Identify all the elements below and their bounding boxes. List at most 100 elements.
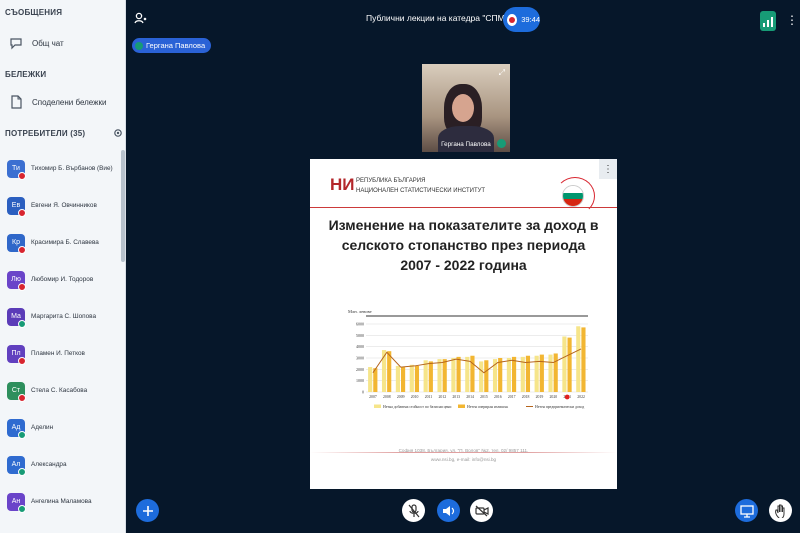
avatar: Ст xyxy=(7,381,26,402)
mic-off-badge-icon xyxy=(18,171,26,180)
chart-bar-value-added xyxy=(562,336,567,392)
user-list-item[interactable]: Кр Красимира Б. Славева xyxy=(0,224,120,261)
mute-button[interactable] xyxy=(402,499,425,522)
avatar-initials: Ти xyxy=(12,165,20,172)
avatar: Ад xyxy=(7,418,26,439)
presentation-icon xyxy=(739,504,754,518)
user-name: Тихомир Б. Върбанов (Вие) xyxy=(31,165,113,172)
mic-off-badge-icon xyxy=(18,393,26,402)
webcam-person-body xyxy=(438,126,494,152)
avatar-initials: Ев xyxy=(11,202,21,209)
connection-status-icon[interactable] xyxy=(760,11,776,31)
chart-y-tick-label: 4000 xyxy=(356,344,364,349)
gear-icon[interactable] xyxy=(113,128,123,138)
webcam-mic-icon xyxy=(497,139,506,148)
chart-highlight-marker xyxy=(564,394,570,400)
mic-on-badge-icon xyxy=(18,430,26,439)
avatar-initials: Ан xyxy=(11,498,21,505)
hand-icon xyxy=(774,504,784,518)
public-chat-label: Общ чат xyxy=(32,38,64,48)
user-list-item[interactable]: Ти Тихомир Б. Върбанов (Вие) xyxy=(0,150,120,187)
slide-footer-contacts: www.nsi.bg, e-mail: info@nsi.bg xyxy=(430,457,497,462)
notes-icon xyxy=(8,94,24,110)
chart-bar-operating-surplus xyxy=(511,356,517,392)
presenter-tag[interactable]: Гергана Павлова xyxy=(132,38,212,53)
logo-text-line1: РЕПУБЛИКА БЪЛГАРИЯ xyxy=(356,178,426,184)
mic-off-badge-icon xyxy=(18,356,26,365)
user-list-item[interactable]: Ад Аделин xyxy=(0,409,120,446)
mic-off-badge-icon xyxy=(18,282,26,291)
record-icon xyxy=(507,13,518,26)
chart-bar-operating-surplus xyxy=(525,355,531,392)
user-list-item[interactable]: Ан Ангелина Маламова xyxy=(0,483,120,520)
user-name: Ангелина Маламова xyxy=(31,498,92,505)
notes-section-title: БЕЛЕЖКИ xyxy=(5,70,47,79)
user-list-item[interactable]: Ст Стела С. Касабова xyxy=(0,372,120,409)
chart-bar-value-added xyxy=(506,358,511,392)
mic-off-badge-icon xyxy=(18,208,26,217)
chart-bar-operating-surplus xyxy=(414,365,420,392)
chart-x-tick-label: 2011 xyxy=(425,395,433,399)
chart-y-tick-label: 0 xyxy=(362,390,364,395)
chart-bar-operating-surplus xyxy=(400,367,406,392)
avatar-initials: Пл xyxy=(11,350,21,357)
avatar: Ал xyxy=(7,455,26,476)
audio-button[interactable] xyxy=(437,499,460,522)
chart-y-tick-label: 5000 xyxy=(356,333,364,338)
chart-bar-value-added xyxy=(409,364,414,392)
chart-bar-operating-surplus xyxy=(456,356,461,392)
chart-bar-value-added xyxy=(548,354,553,392)
chart-legend-swatch xyxy=(374,404,381,408)
mic-on-badge-icon xyxy=(18,467,26,476)
chart-bar-operating-surplus xyxy=(428,361,433,392)
speaker-icon xyxy=(442,505,454,516)
chart-bar-operating-surplus xyxy=(567,337,572,392)
video-button[interactable] xyxy=(470,499,493,522)
nsi-logo: НИ xyxy=(330,175,355,194)
chart-x-tick-label: 2014 xyxy=(466,395,474,399)
plus-icon xyxy=(142,505,153,516)
chart-bar-operating-surplus xyxy=(553,353,558,392)
avatar-initials: Ад xyxy=(11,424,21,431)
chart-y-tick-label: 1000 xyxy=(356,378,364,383)
user-list-item[interactable]: Пл Пламен И. Петков xyxy=(0,335,120,372)
scrollbar-thumb[interactable] xyxy=(121,150,125,262)
chart-y-tick-label: 6000 xyxy=(356,322,364,327)
avatar: Ма xyxy=(7,307,26,328)
bulgarian-flag-icon xyxy=(562,185,584,207)
chart-legend-label: Нетна добавена стойност по базисни цени xyxy=(383,405,451,409)
chart-bar-operating-surplus xyxy=(539,354,544,392)
chat-icon xyxy=(8,35,24,51)
shared-notes-label: Споделени бележки xyxy=(32,97,107,107)
leave-session-icon[interactable] xyxy=(134,11,148,25)
recording-indicator[interactable]: 39:44 xyxy=(503,7,540,32)
options-menu-icon[interactable]: ⋮ xyxy=(786,13,798,27)
chart-y-axis-label: Млн. левове xyxy=(348,309,372,314)
avatar-initials: Ст xyxy=(11,387,21,394)
chart-bar-operating-surplus xyxy=(498,358,503,392)
raise-hand-button[interactable] xyxy=(769,499,792,522)
user-name: Аделин xyxy=(31,424,54,431)
chart-bar-value-added xyxy=(576,326,581,392)
user-list-item[interactable]: Ев Евгени Я. Овчинников xyxy=(0,187,120,224)
public-chat-link[interactable]: Общ чат xyxy=(6,32,120,54)
logo-text-line2: НАЦИОНАЛЕН СТАТИСТИЧЕСКИ ИНСТИТУТ xyxy=(356,188,486,194)
user-list-item[interactable]: Лю Любомир И. Тодоров xyxy=(0,261,120,298)
webcam-video[interactable]: ⤢ Гергана Павлова xyxy=(422,64,510,152)
chart-bar-operating-surplus xyxy=(470,355,475,392)
slide-options-icon[interactable]: ⋮ xyxy=(599,159,617,179)
recording-time: 39:44 xyxy=(521,15,540,24)
mic-on-badge-icon xyxy=(18,319,26,328)
avatar: Ев xyxy=(7,196,26,217)
fullscreen-icon[interactable]: ⤢ xyxy=(499,68,505,78)
actions-button[interactable] xyxy=(136,499,159,522)
user-list-item[interactable]: Ал Александра xyxy=(0,446,120,483)
chart-x-tick-label: 2008 xyxy=(383,395,391,399)
shared-notes-link[interactable]: Споделени бележки xyxy=(6,91,120,113)
user-name: Пламен И. Петков xyxy=(31,350,85,357)
user-list-item[interactable]: Ма Маргарита С. Шопова xyxy=(0,298,120,335)
chart-legend-label: Нетен опериран излишък xyxy=(467,405,508,409)
chart-x-tick-label: 2020 xyxy=(550,395,558,399)
presentation-slide[interactable]: ⋮ НИ РЕПУБЛИКА БЪЛГАРИЯ НАЦИОНАЛЕН СТАТИ… xyxy=(310,159,617,489)
presentation-toggle-button[interactable] xyxy=(735,499,758,522)
